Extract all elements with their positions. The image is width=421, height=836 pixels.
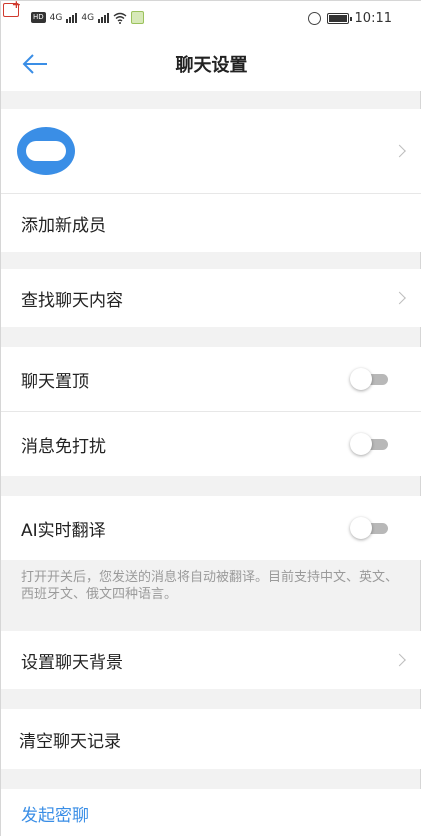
nav-bar: 聊天设置 [1, 37, 421, 91]
chevron-right-icon [393, 144, 406, 158]
screen-record-icon [3, 0, 21, 17]
toggle-knob [350, 368, 372, 390]
set-background-label: 设置聊天背景 [21, 652, 123, 673]
clear-history-row[interactable]: 清空聊天记录 [1, 709, 421, 769]
status-right: 10:11 [307, 11, 392, 26]
pin-chat-toggle[interactable] [350, 368, 390, 390]
signal-bars-icon [98, 12, 110, 23]
wifi-icon [113, 12, 127, 24]
toggle-knob [350, 517, 372, 539]
app-notification-icon [131, 11, 145, 24]
add-member-row[interactable]: 添加新成员 [1, 194, 421, 252]
signal-bars-icon [66, 12, 78, 23]
hd-badge: HD [31, 12, 46, 23]
signal-label-2: 4G [81, 12, 95, 23]
profile-row[interactable] [1, 109, 421, 193]
search-chat-label: 查找聊天内容 [21, 290, 123, 311]
mute-toggle[interactable] [350, 433, 390, 455]
toggle-knob [350, 433, 372, 455]
clear-history-label: 清空聊天记录 [19, 731, 121, 752]
ai-translate-row: AI实时翻译 [1, 496, 421, 560]
alarm-icon [307, 12, 321, 25]
status-left: HD 4G 4G [31, 11, 145, 24]
pin-chat-row: 聊天置顶 [1, 347, 421, 411]
battery-icon [326, 13, 352, 24]
set-background-row[interactable]: 设置聊天背景 [1, 631, 421, 689]
secret-chat-row[interactable]: 发起密聊 [1, 789, 421, 836]
avatar [17, 127, 75, 175]
status-bar: HD 4G 4G 10:11 [1, 0, 421, 37]
page-title: 聊天设置 [175, 55, 248, 76]
chevron-right-icon [393, 653, 406, 667]
mute-row: 消息免打扰 [1, 412, 421, 476]
status-time: 10:11 [354, 11, 392, 26]
mute-label: 消息免打扰 [21, 436, 106, 457]
add-member-label: 添加新成员 [21, 215, 106, 236]
chevron-right-icon [393, 291, 406, 305]
pin-chat-label: 聊天置顶 [21, 371, 89, 392]
ai-translate-toggle[interactable] [350, 517, 390, 539]
signal-label-1: 4G [49, 12, 63, 23]
screen: HD 4G 4G 10:11 聊天设置 [0, 0, 421, 836]
translate-hint-text: 打开开关后，您发送的消息将自动被翻译。目前支持中文、英文、西班牙文、俄文四种语言… [21, 570, 399, 602]
secret-chat-label: 发起密聊 [21, 805, 89, 826]
search-chat-row[interactable]: 查找聊天内容 [1, 269, 421, 327]
ai-translate-label: AI实时翻译 [21, 520, 106, 541]
